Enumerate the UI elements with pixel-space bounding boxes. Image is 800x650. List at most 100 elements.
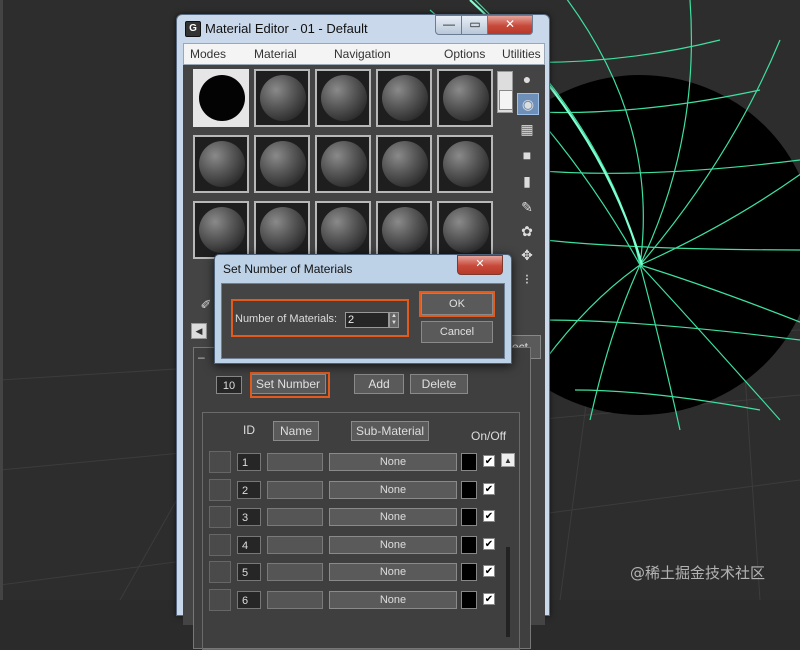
row-sub-material-button[interactable]: None [329, 536, 457, 554]
row-on-checkbox[interactable]: ✔ [483, 565, 495, 577]
number-of-materials-spinner[interactable]: 2 ▲ ▼ [345, 312, 401, 328]
sample-slot[interactable] [437, 201, 493, 259]
row-name-field[interactable] [267, 563, 323, 581]
sample-slot[interactable] [376, 69, 432, 127]
sample-type-sphere-icon[interactable]: ● [517, 69, 537, 89]
row-name-field[interactable] [267, 536, 323, 554]
sample-slot[interactable] [193, 201, 249, 259]
row-color-swatch[interactable] [461, 536, 477, 554]
window-title: Material Editor - 01 - Default [205, 21, 368, 36]
ok-button[interactable]: OK [421, 293, 493, 315]
row-sub-material-button[interactable]: None [329, 508, 457, 526]
rollout-collapse-toggle[interactable]: – [198, 350, 205, 364]
menu-utilities[interactable]: Utilities [502, 47, 541, 61]
sub-material-swatch[interactable] [209, 479, 231, 501]
row-sub-material-button[interactable]: None [329, 481, 457, 499]
backlight-icon[interactable]: ◉ [517, 93, 539, 115]
sub-material-swatch[interactable] [209, 506, 231, 528]
row-id-field[interactable]: 6 [237, 591, 261, 609]
title-bar[interactable]: G Material Editor - 01 - Default — ▭ ✕ [177, 15, 549, 41]
sample-slot[interactable] [376, 135, 432, 193]
table-scrollbar[interactable]: ▲ [501, 453, 515, 643]
delete-button[interactable]: Delete [410, 374, 468, 394]
scroll-left-arrow[interactable]: ◀ [191, 323, 207, 339]
video-color-check-icon[interactable]: ▮ [517, 171, 537, 191]
row-on-checkbox[interactable]: ✔ [483, 510, 495, 522]
sample-slot[interactable] [315, 201, 371, 259]
row-color-swatch[interactable] [461, 591, 477, 609]
row-on-checkbox[interactable]: ✔ [483, 538, 495, 550]
add-button[interactable]: Add [354, 374, 404, 394]
number-of-materials-label: Number of Materials: [235, 313, 338, 325]
menu-material[interactable]: Material [254, 47, 297, 61]
material-sphere [382, 141, 428, 187]
menu-modes[interactable]: Modes [190, 47, 226, 61]
scroll-thumb[interactable] [499, 90, 513, 110]
slots-scrollbar[interactable] [497, 71, 513, 113]
sample-slot[interactable] [254, 135, 310, 193]
sample-slot[interactable] [254, 201, 310, 259]
material-sphere [260, 75, 306, 121]
sub-material-swatch[interactable] [209, 451, 231, 473]
minimize-button[interactable]: — [435, 15, 463, 35]
material-map-navigator-icon[interactable]: ⁝ [517, 269, 537, 289]
material-sphere [260, 141, 306, 187]
scroll-track[interactable] [506, 547, 510, 637]
pick-material-icon[interactable]: ✐ [197, 297, 215, 315]
row-on-checkbox[interactable]: ✔ [483, 483, 495, 495]
maximize-button[interactable]: ▭ [461, 15, 489, 35]
sample-slot[interactable] [193, 69, 249, 127]
close-button[interactable]: ✕ [487, 15, 533, 35]
sub-material-table: ID Name Sub-Material On/Off 1 None ✔ 2 N… [202, 412, 520, 650]
sub-material-swatch[interactable] [209, 589, 231, 611]
material-count-field[interactable]: 10 [216, 376, 242, 394]
row-color-swatch[interactable] [461, 508, 477, 526]
row-name-field[interactable] [267, 591, 323, 609]
menu-options[interactable]: Options [444, 47, 485, 61]
options-icon[interactable]: ✿ [517, 221, 537, 241]
row-id-field[interactable]: 2 [237, 481, 261, 499]
header-name[interactable]: Name [273, 421, 319, 441]
spinner-arrows-icon[interactable]: ▲ ▼ [389, 312, 399, 328]
cancel-button[interactable]: Cancel [421, 321, 493, 343]
row-on-checkbox[interactable]: ✔ [483, 455, 495, 467]
sample-uv-tiling-icon[interactable]: ■ [517, 145, 537, 165]
sample-slot[interactable] [315, 135, 371, 193]
row-color-swatch[interactable] [461, 453, 477, 471]
row-name-field[interactable] [267, 481, 323, 499]
sub-material-swatch[interactable] [209, 534, 231, 556]
material-sphere [199, 207, 245, 253]
row-id-field[interactable]: 1 [237, 453, 261, 471]
sample-slot[interactable] [254, 69, 310, 127]
dialog-close-button[interactable]: ✕ [457, 255, 503, 275]
sample-slot[interactable] [376, 201, 432, 259]
row-name-field[interactable] [267, 453, 323, 471]
number-of-materials-input[interactable]: 2 [345, 312, 389, 328]
row-name-field[interactable] [267, 508, 323, 526]
sample-slot[interactable] [315, 69, 371, 127]
background-checker-icon[interactable]: ▦ [517, 119, 537, 139]
row-sub-material-button[interactable]: None [329, 591, 457, 609]
row-sub-material-button[interactable]: None [329, 563, 457, 581]
scroll-up-arrow[interactable]: ▲ [501, 453, 515, 467]
material-sphere [382, 207, 428, 253]
row-id-field[interactable]: 5 [237, 563, 261, 581]
row-id-field[interactable]: 4 [237, 536, 261, 554]
menu-navigation[interactable]: Navigation [334, 47, 391, 61]
row-on-checkbox[interactable]: ✔ [483, 593, 495, 605]
set-number-button[interactable]: Set Number [250, 374, 326, 394]
select-by-material-icon[interactable]: ✥ [517, 245, 537, 265]
sub-material-swatch[interactable] [209, 561, 231, 583]
make-preview-icon[interactable]: ✎ [517, 197, 537, 217]
sample-slot[interactable] [437, 135, 493, 193]
table-row: 3 None ✔ [203, 504, 519, 530]
header-sub-material[interactable]: Sub-Material [351, 421, 429, 441]
sample-slot[interactable] [193, 135, 249, 193]
row-color-swatch[interactable] [461, 481, 477, 499]
table-row: 1 None ✔ [203, 449, 519, 475]
sample-slot[interactable] [437, 69, 493, 127]
row-id-field[interactable]: 3 [237, 508, 261, 526]
row-sub-material-button[interactable]: None [329, 453, 457, 471]
material-sphere [260, 207, 306, 253]
row-color-swatch[interactable] [461, 563, 477, 581]
